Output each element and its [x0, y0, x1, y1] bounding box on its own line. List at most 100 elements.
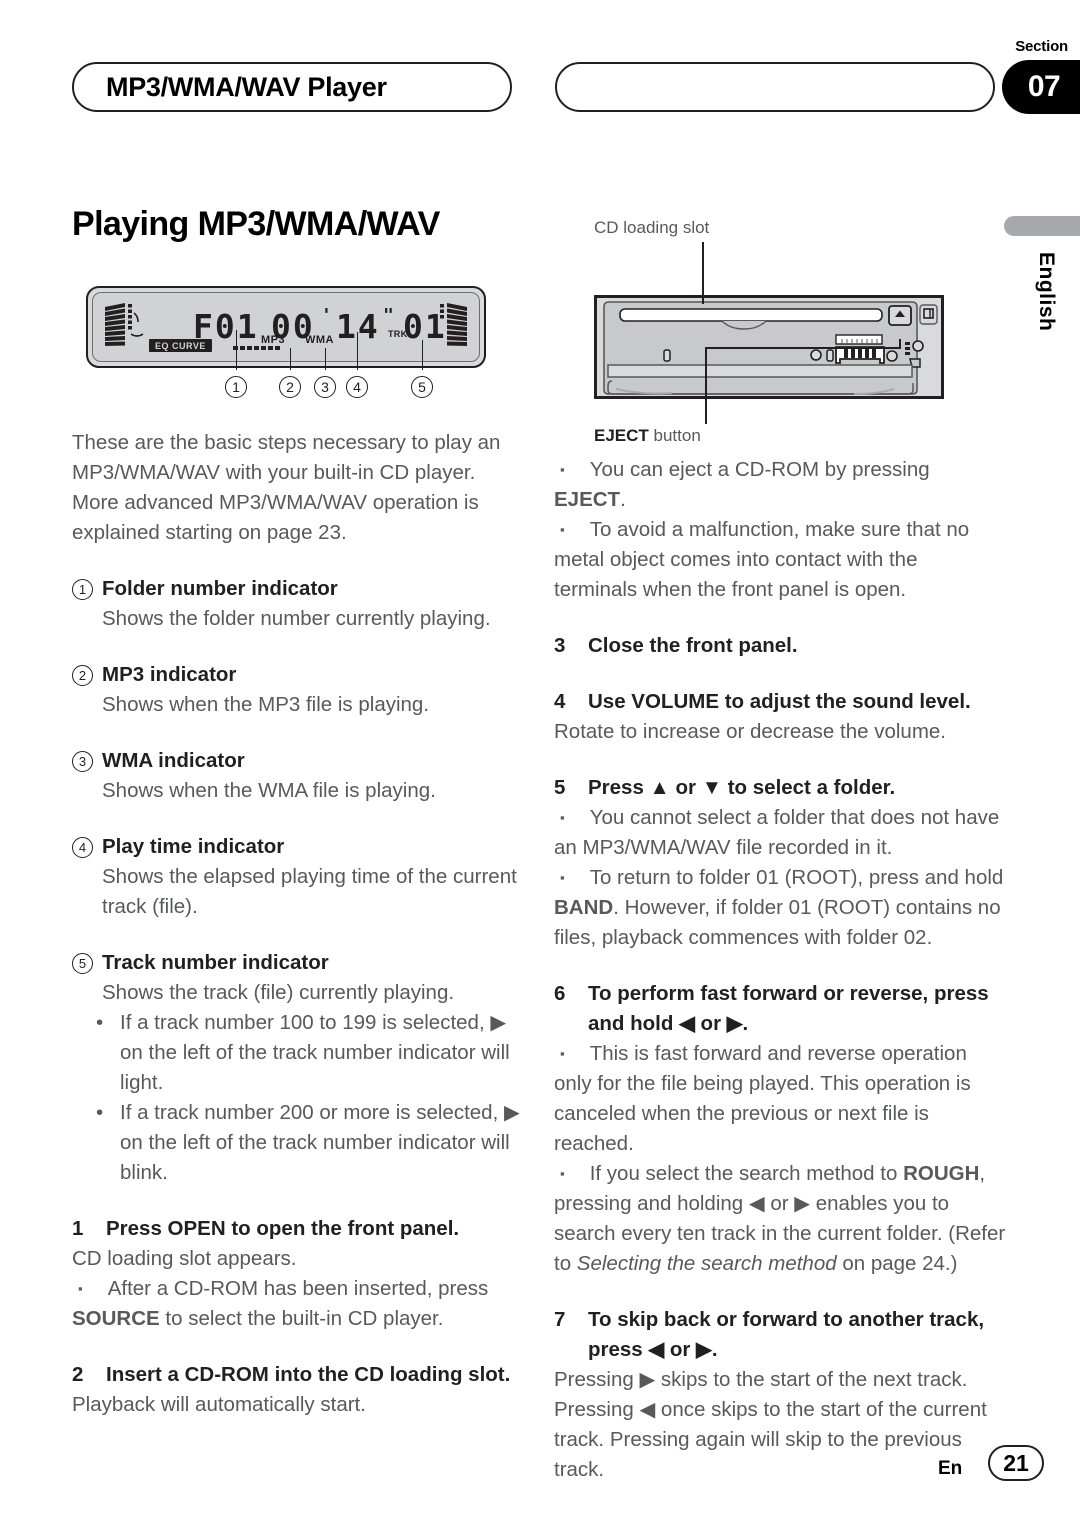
indicator-2-body: Shows when the MP3 file is playing. — [102, 693, 430, 716]
lcd-level-dots-icon — [233, 346, 280, 350]
step-6-number: 6 — [554, 982, 566, 1005]
cd-slot-leader — [702, 242, 704, 304]
step-5-note-2: ▪ To return to folder 01 (ROOT), press a… — [554, 863, 1006, 953]
step-1-note: ▪ After a CD-ROM has been inserted, pres… — [72, 1274, 524, 1334]
step-6-note-1: ▪ This is fast forward and reverse opera… — [554, 1039, 1006, 1159]
step-4-body: Rotate to increase or decrease the volum… — [554, 720, 946, 743]
callout-3: 3 — [314, 376, 336, 398]
step-6-note-1-body: This is fast forward and reverse operati… — [554, 1042, 971, 1155]
indicator-5-heading: 5 Track number indicator — [72, 948, 524, 978]
lcd-wma-indicator: WMA — [305, 334, 334, 346]
language-tab-bar — [1004, 216, 1080, 236]
right-column: ▪ You can eject a CD-ROM by pressing EJE… — [554, 455, 1006, 1485]
step-6-note-2: ▪ If you select the search method to ROU… — [554, 1159, 1006, 1279]
footer-language-code: En — [938, 1458, 963, 1479]
step-6-heading: 6 To perform fast forward or reverse, pr… — [554, 979, 1006, 1039]
indicator-5-bullet-1: If a track number 100 to 199 is selected… — [120, 1011, 510, 1094]
step-6-note-2-italic: Selecting the search method — [576, 1252, 837, 1275]
step-6-note-2-post: on page 24.) — [836, 1252, 958, 1275]
step-5-note-1: ▪ You cannot select a folder that does n… — [554, 803, 1006, 863]
indicator-4-number: 4 — [72, 837, 93, 858]
callout-leader-3 — [325, 348, 327, 370]
step-1-note-text: After a CD-ROM has been inserted, press … — [72, 1274, 524, 1334]
step-5-title: Press ▲ or ▼ to select a folder. — [588, 776, 896, 799]
bullet-dot-icon: • — [96, 1101, 104, 1124]
step-6-note-2-text: If you select the search method to ROUGH… — [554, 1159, 1006, 1279]
step-1-note-pre: After a CD-ROM has been inserted, press — [107, 1277, 489, 1300]
indicator-2-heading: 2 MP3 indicator — [72, 660, 524, 690]
page-number-badge: 21 — [988, 1445, 1044, 1481]
step-4-heading: 4 Use VOLUME to adjust the sound level. — [554, 687, 1006, 717]
indicator-4-body: Shows the elapsed playing time of the cu… — [102, 865, 517, 918]
indicator-1-title: Folder number indicator — [102, 577, 338, 600]
section-number: 07 — [1027, 70, 1061, 103]
step-7-number: 7 — [554, 1308, 566, 1331]
cd-loading-slot-label: CD loading slot — [594, 218, 710, 237]
lcd-second-mark: " — [383, 305, 394, 326]
indicator-4-title: Play time indicator — [102, 835, 285, 858]
callout-leader-2 — [290, 348, 292, 370]
lcd-mp3-indicator: MP3 — [261, 334, 286, 346]
step-5-number: 5 — [554, 776, 566, 799]
indicator-5-title: Track number indicator — [102, 951, 329, 974]
step-4-number: 4 — [554, 690, 566, 713]
step-1-body: CD loading slot appears. — [72, 1247, 297, 1270]
callout-leader-1 — [236, 330, 238, 370]
step-3-heading: 3 Close the front panel. — [554, 631, 1006, 661]
eject-note-2-text: To avoid a malfunction, make sure that n… — [554, 518, 970, 601]
eject-button-label-rest: button — [648, 426, 701, 445]
callout-leader-5 — [422, 340, 424, 370]
list-item: • If a track number 200 or more is selec… — [90, 1098, 524, 1188]
step-1-note-post: to select the built-in CD player. — [159, 1307, 444, 1330]
step-3-number: 3 — [554, 634, 566, 657]
bullet-dot-icon: • — [96, 1011, 104, 1034]
lcd-minute-mark: ' — [321, 305, 332, 326]
indicator-5-bullet-2: If a track number 200 or more is selecte… — [120, 1101, 520, 1184]
page-title: Playing MP3/WMA/WAV — [72, 205, 440, 243]
callout-leader-4 — [357, 332, 359, 370]
section-word-label: Section — [1015, 38, 1068, 55]
left-column: These are the basic steps necessary to p… — [72, 428, 524, 1420]
callout-2: 2 — [279, 376, 301, 398]
section-number-tab: 07 — [1002, 60, 1080, 114]
step-5-note-2-pre: To return to folder 01 (ROOT), press and… — [589, 866, 1004, 889]
chapter-title-pill: MP3/WMA/WAV Player — [72, 62, 512, 112]
chapter-title: MP3/WMA/WAV Player — [106, 71, 387, 102]
indicator-3-heading: 3 WMA indicator — [72, 746, 524, 776]
lcd-display-figure: F01 00 ' 14 " 01 TRK MP3 WMA EQ CURVE — [86, 286, 486, 368]
step-5-note-1-body: You cannot select a folder that does not… — [554, 806, 1000, 859]
step-2-title: Insert a CD-ROM into the CD loading slot… — [106, 1363, 511, 1386]
step-6-note-2-bold: ROUGH — [903, 1162, 980, 1185]
step-4-title: Use VOLUME to adjust the sound level. — [588, 690, 971, 713]
indicator-5-number: 5 — [72, 953, 93, 974]
step-6-note-1-text: This is fast forward and reverse operati… — [554, 1039, 1006, 1159]
step-5-note-1-text: You cannot select a folder that does not… — [554, 803, 1006, 863]
step-3-title: Close the front panel. — [588, 634, 798, 657]
indicator-1-body: Shows the folder number currently playin… — [102, 607, 491, 630]
list-item: • If a track number 100 to 199 is select… — [90, 1008, 524, 1098]
step-2-body: Playback will automatically start. — [72, 1393, 366, 1416]
lcd-eq-curve-label: EQ CURVE — [149, 339, 212, 352]
indicator-1-number: 1 — [72, 579, 93, 600]
step-1-heading: 1 Press OPEN to open the front panel. — [72, 1214, 524, 1244]
step-5-note-2-text: To return to folder 01 (ROOT), press and… — [554, 863, 1006, 953]
step-6-title: To perform fast forward or reverse, pres… — [588, 982, 989, 1035]
step-5-note-2-bold: BAND — [554, 896, 614, 919]
step-7-title: To skip back or forward to another track… — [588, 1308, 985, 1361]
indicator-2-title: MP3 indicator — [102, 663, 237, 686]
indicator-3-number: 3 — [72, 751, 93, 772]
intro-paragraph: These are the basic steps necessary to p… — [72, 431, 501, 544]
spectrum-analyzer-left-icon — [105, 303, 144, 346]
indicator-4-heading: 4 Play time indicator — [72, 832, 524, 862]
indicator-2-number: 2 — [72, 665, 93, 686]
eject-note-1: ▪ You can eject a CD-ROM by pressing EJE… — [554, 455, 1006, 515]
step-5-heading: 5 Press ▲ or ▼ to select a folder. — [554, 773, 1006, 803]
lcd-trk-label: TRK — [388, 329, 408, 339]
language-tab-label: English — [1035, 252, 1058, 332]
step-2-number: 2 — [72, 1363, 84, 1386]
lcd-track-number: 01 — [403, 307, 447, 346]
indicator-5-body: Shows the track (file) currently playing… — [102, 981, 455, 1004]
callout-5: 5 — [411, 376, 433, 398]
manual-page: MP3/WMA/WAV Player Section 07 English Pl… — [0, 0, 1080, 1529]
step-7-heading: 7 To skip back or forward to another tra… — [554, 1305, 1006, 1365]
